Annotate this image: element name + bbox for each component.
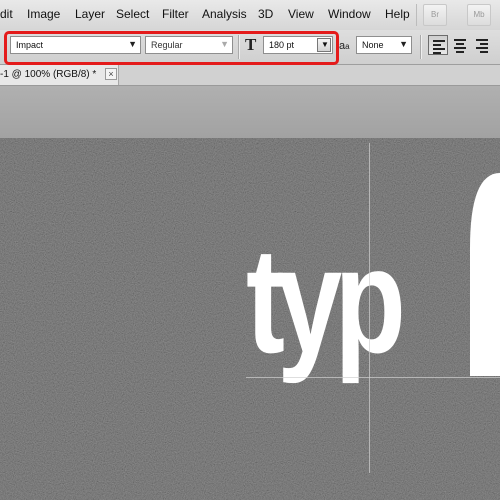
align-right-button[interactable] xyxy=(472,35,492,55)
bridge-icon: Br xyxy=(431,10,439,19)
menu-layer[interactable]: Layer xyxy=(75,7,105,21)
bridge-button[interactable]: Br xyxy=(423,4,447,26)
menu-window[interactable]: Window xyxy=(328,7,371,21)
document-tab[interactable]: -1 @ 100% (RGB/8) * × xyxy=(0,65,119,85)
menu-filter[interactable]: Filter xyxy=(162,7,189,21)
anti-alias-select[interactable]: None ▼ xyxy=(356,36,412,54)
vertical-guide[interactable] xyxy=(369,143,370,473)
align-left-button[interactable] xyxy=(428,35,448,55)
menu-view[interactable]: View xyxy=(288,7,314,21)
menu-image[interactable]: Image xyxy=(27,7,60,21)
divider xyxy=(420,35,422,59)
menu-help[interactable]: Help xyxy=(385,7,410,21)
align-center-button[interactable] xyxy=(450,35,470,55)
align-center-icon xyxy=(454,39,466,55)
menu-separator xyxy=(416,4,417,26)
document-canvas[interactable]: typ xyxy=(0,138,500,500)
document-tab-strip: -1 @ 100% (RGB/8) * × xyxy=(0,65,500,86)
canvas-type-layer[interactable]: typ xyxy=(246,225,406,375)
menu-select[interactable]: Select xyxy=(116,7,149,21)
anti-alias-icon: aa xyxy=(339,40,350,52)
highlight-box xyxy=(4,31,339,65)
anti-alias-icon-small: a xyxy=(345,42,350,51)
align-right-icon xyxy=(476,39,488,55)
close-icon[interactable]: × xyxy=(105,68,117,80)
mini-bridge-button[interactable]: Mb xyxy=(467,4,491,26)
document-tab-title: -1 @ 100% (RGB/8) * xyxy=(0,69,97,80)
align-left-icon xyxy=(433,40,445,56)
horizontal-guide[interactable] xyxy=(246,377,500,378)
menu-bar: dit Image Layer Select Filter Analysis 3… xyxy=(0,0,500,31)
menu-analysis[interactable]: Analysis xyxy=(202,7,247,21)
menu-edit[interactable]: dit xyxy=(0,7,13,21)
anti-alias-value: None xyxy=(362,40,384,50)
chevron-down-icon: ▼ xyxy=(399,39,408,49)
menu-3d[interactable]: 3D xyxy=(258,7,273,21)
mini-bridge-icon: Mb xyxy=(473,10,485,19)
pasteboard xyxy=(0,86,500,138)
